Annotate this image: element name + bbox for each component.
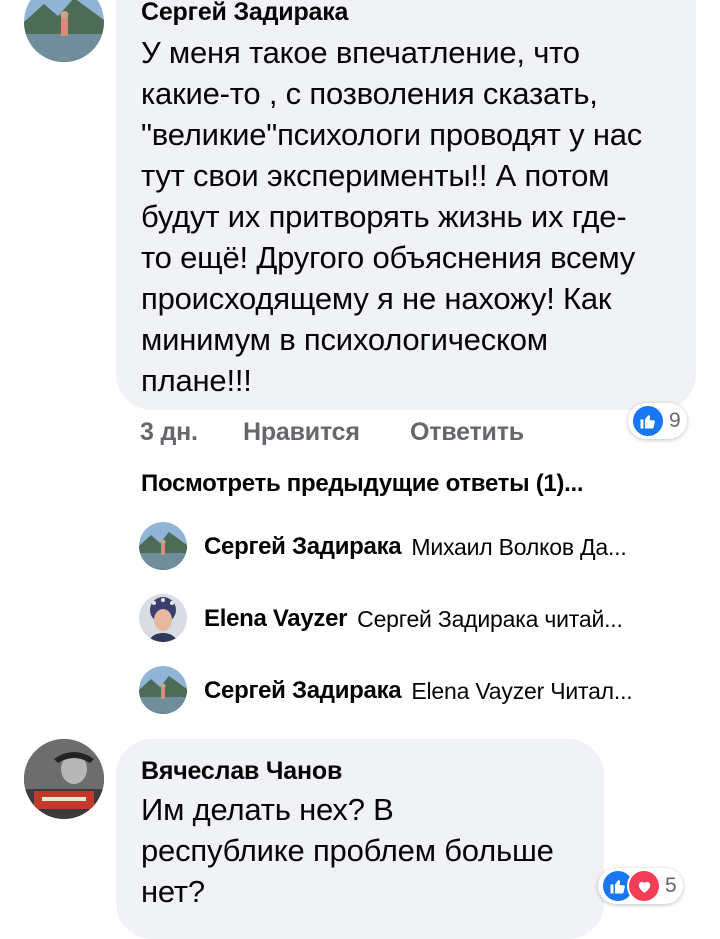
reply-text: Elena Vayzer Читал... (411, 677, 633, 704)
reaction-summary[interactable]: 5 (598, 868, 683, 904)
reply-button[interactable]: Ответить (410, 418, 524, 447)
comment-author[interactable]: Сергей Задирака (141, 0, 348, 27)
reaction-summary[interactable]: 9 (628, 403, 687, 439)
reply-item[interactable]: Сергей Задирака Михаил Волков Да... (204, 533, 688, 561)
like-button[interactable]: Нравится (243, 418, 360, 447)
reply-text: Сергей Задирака читай... (357, 605, 623, 632)
reaction-count: 9 (669, 409, 681, 432)
comment-author[interactable]: Вячеслав Чанов (141, 757, 342, 786)
reply-author[interactable]: Сергей Задирака (204, 677, 402, 705)
comment-text: У меня такое впечатление, что какие-то ,… (141, 35, 643, 398)
avatar[interactable] (139, 666, 187, 714)
reply-item[interactable]: Сергей Задирака Elena Vayzer Читал... (204, 677, 688, 705)
reply-author[interactable]: Elena Vayzer (204, 605, 347, 633)
reply-author[interactable]: Сергей Задирака (204, 533, 402, 561)
comment-text: Им делать нех? В республике проблем боль… (141, 792, 554, 909)
avatar[interactable] (24, 0, 104, 62)
avatar[interactable] (24, 739, 104, 819)
reply-item[interactable]: Elena Vayzer Сергей Задирака читай... (204, 605, 688, 633)
avatar[interactable] (139, 594, 187, 642)
heart-icon (627, 869, 661, 903)
reaction-count: 5 (665, 874, 677, 897)
reply-text: Михаил Волков Да... (411, 533, 627, 560)
thumbs-up-icon (631, 404, 665, 438)
avatar[interactable] (139, 522, 187, 570)
view-previous-replies-link[interactable]: Посмотреть предыдущие ответы (1)... (141, 470, 584, 498)
comment-time[interactable]: 3 дн. (140, 418, 198, 447)
